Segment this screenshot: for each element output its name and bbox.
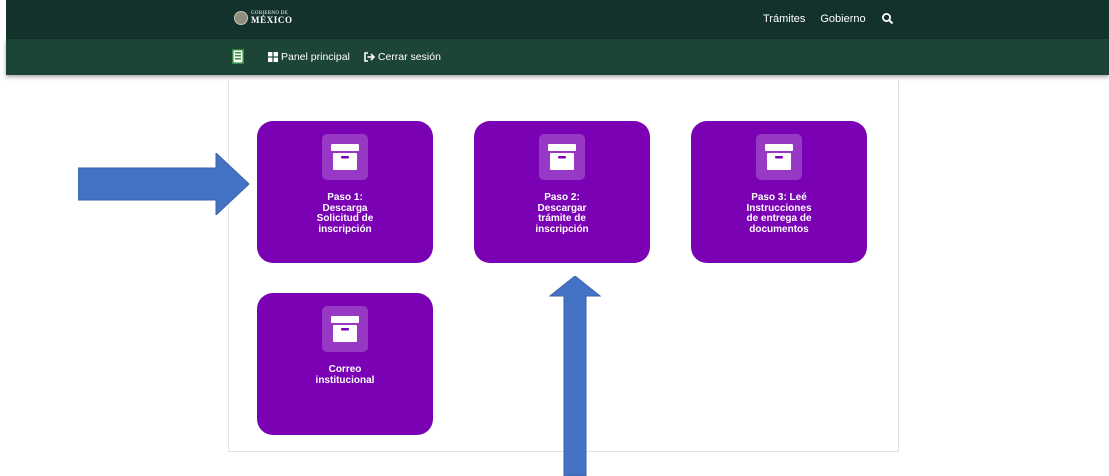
card-correo-institucional[interactable]: Correo institucional xyxy=(257,293,433,435)
card-paso-1[interactable]: Paso 1: Descarga Solicitud de inscripció… xyxy=(257,121,433,263)
card-label: Paso 1: Descarga Solicitud de inscripció… xyxy=(316,192,374,235)
seal-icon xyxy=(234,11,248,25)
gobierno-logo[interactable]: GOBIERNO DE MÉXICO xyxy=(234,11,293,25)
nav-tramites-link[interactable]: Trámites xyxy=(763,13,805,25)
logo-big-text: MÉXICO xyxy=(251,15,293,25)
up-arrow-annotation xyxy=(549,276,601,476)
cerrar-sesion-label: Cerrar sesión xyxy=(377,51,441,63)
archive-box-icon xyxy=(322,306,368,352)
sub-nav: Panel principal Cerrar sesión xyxy=(268,51,441,63)
card-label: Paso 2: Descargar trámite de inscripción xyxy=(535,192,589,235)
search-icon[interactable] xyxy=(881,12,895,26)
archive-box-icon xyxy=(322,134,368,180)
sub-nav-bar: Panel principal Cerrar sesión xyxy=(6,39,1109,75)
card-label: Paso 3: Leé Instrucciones de entrega de … xyxy=(746,192,812,235)
cerrar-sesion-link[interactable]: Cerrar sesión xyxy=(364,51,441,63)
document-icon[interactable] xyxy=(232,49,244,64)
logout-icon xyxy=(364,52,375,62)
archive-box-icon xyxy=(539,134,585,180)
card-label: Correo institucional xyxy=(315,364,375,386)
nav-gobierno-link[interactable]: Gobierno xyxy=(820,13,865,25)
card-paso-2[interactable]: Paso 2: Descargar trámite de inscripción xyxy=(474,121,650,263)
grid-icon xyxy=(268,52,278,62)
logo-text: GOBIERNO DE MÉXICO xyxy=(251,11,293,25)
panel-principal-link[interactable]: Panel principal xyxy=(268,51,350,63)
top-nav: Trámites Gobierno xyxy=(763,12,895,26)
card-paso-3[interactable]: Paso 3: Leé Instrucciones de entrega de … xyxy=(691,121,867,263)
top-header: GOBIERNO DE MÉXICO Trámites Gobierno xyxy=(6,0,1109,39)
archive-box-icon xyxy=(756,134,802,180)
right-arrow-annotation xyxy=(78,153,250,215)
panel-principal-label: Panel principal xyxy=(281,51,350,63)
